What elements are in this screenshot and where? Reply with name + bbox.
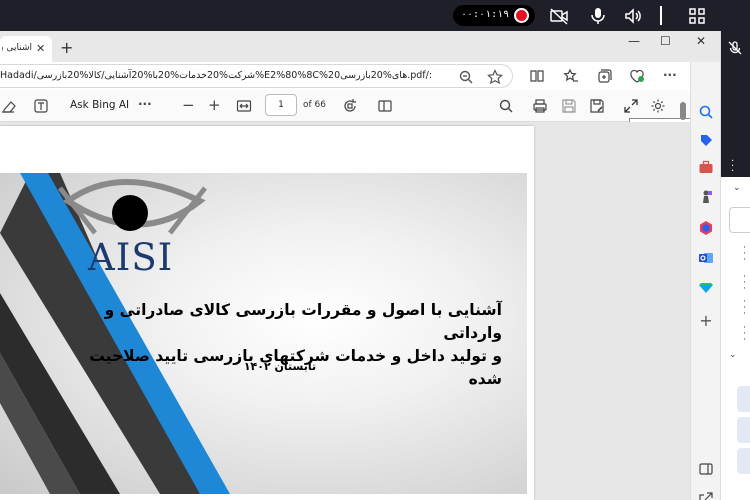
add-sidebar-app-icon[interactable]: + (698, 313, 714, 329)
chevron-down-icon-2[interactable]: ⌄ (729, 350, 737, 360)
panel-card-2[interactable] (737, 417, 750, 443)
tab-strip: آشنایی با ا ✕ + — ☐ ✕ (0, 31, 720, 62)
ask-bing-ai-button[interactable]: Ask Bing AI (70, 99, 129, 111)
panel-item-menu-4[interactable]: · · · (743, 324, 746, 345)
chevron-down-icon[interactable]: ⌄ (733, 183, 741, 193)
maximize-button[interactable]: ☐ (660, 34, 671, 48)
logo-text: AISI (88, 236, 174, 279)
right-panel-dark-area: · · · (721, 31, 750, 177)
screen-recorder-bar: ٠٠:٠١:١٩ (0, 0, 750, 31)
slide-title-line-1: آشنایی با اصول و مقررات بازرسی کالای صاد… (104, 301, 502, 342)
favorite-star-icon[interactable] (487, 69, 503, 85)
read-aloud-icon[interactable] (33, 98, 49, 114)
minimize-button[interactable]: — (628, 34, 640, 48)
stop-recording-button[interactable] (514, 8, 529, 23)
speaker-icon[interactable] (623, 6, 643, 26)
print-icon[interactable] (532, 98, 548, 114)
pdf-toolbar: Ask Bing AI ··· − + 1 of 66 (0, 90, 720, 207)
zoom-out-button[interactable]: − (182, 96, 198, 114)
save-as-icon[interactable] (589, 98, 605, 114)
external-link-icon[interactable] (698, 491, 714, 500)
collections-icon[interactable] (596, 68, 612, 84)
pdf-viewport[interactable]: AISI آشنایی با اصول و مقررات بازرسی کالا… (0, 102, 690, 500)
grid-icon[interactable] (687, 6, 707, 26)
recording-timer: ٠٠:٠١:١٩ (453, 5, 535, 26)
microphone-icon[interactable] (588, 6, 608, 26)
address-bar[interactable]: Hadadi/شرکت%20خدمات%20با%20آشنایی/کالا%2… (0, 64, 513, 88)
zoom-in-button[interactable]: + (208, 96, 224, 114)
rotate-icon[interactable] (342, 98, 358, 114)
slide-image: AISI آشنایی با اصول و مقررات بازرسی کالا… (0, 173, 527, 494)
shopping-tag-icon[interactable] (698, 132, 714, 148)
erase-icon[interactable] (0, 98, 16, 114)
pdf-settings-gear-icon[interactable] (650, 98, 666, 114)
close-window-button[interactable]: ✕ (696, 34, 706, 48)
more-tools-button[interactable]: ··· (138, 97, 154, 113)
toolbar-separator (660, 6, 662, 25)
sidebar-layout-icon[interactable] (698, 461, 714, 477)
page-total: of 66 (303, 100, 326, 110)
page-view-icon[interactable] (377, 98, 393, 114)
right-side-panel: · · · ⌄ · · · · · · · · · · · · ⌄ (720, 31, 750, 500)
browser-tab[interactable]: آشنایی با ا ✕ (0, 36, 52, 62)
page-number-input[interactable]: 1 (265, 94, 297, 116)
find-search-icon[interactable] (498, 98, 514, 114)
panel-item-box[interactable] (729, 207, 750, 233)
new-tab-button[interactable]: + (60, 38, 73, 57)
zoom-search-icon[interactable] (458, 69, 474, 85)
pdf-page: AISI آشنایی با اصول و مقررات بازرسی کالا… (0, 126, 534, 500)
tab-close-icon[interactable]: ✕ (36, 42, 45, 55)
search-sidebar-icon[interactable] (698, 104, 714, 120)
panel-card-3[interactable] (737, 448, 750, 474)
panel-item-menu-1[interactable]: · · · (743, 244, 746, 265)
mic-off-icon[interactable] (727, 40, 743, 56)
camera-off-icon[interactable] (549, 6, 569, 26)
outlook-icon[interactable] (698, 250, 714, 266)
timer-text: ٠٠:٠١:١٩ (461, 9, 510, 20)
slide-title: آشنایی با اصول و مقررات بازرسی کالای صاد… (60, 299, 502, 391)
address-row: Hadadi/شرکت%20خدمات%20با%20آشنایی/کالا%2… (0, 62, 720, 90)
microsoft-365-icon[interactable] (698, 220, 714, 236)
games-chess-icon[interactable] (698, 189, 714, 205)
tab-title: آشنایی با ا (2, 43, 32, 53)
browser-essentials-icon[interactable] (629, 68, 645, 84)
panel-item-menu-2[interactable]: · · · (743, 273, 746, 294)
drop-icon[interactable] (698, 280, 714, 296)
edge-sidebar: + (690, 62, 720, 500)
scrollbar-thumb[interactable] (680, 102, 686, 120)
panel-item-menu-3[interactable]: · · · (743, 298, 746, 319)
panel-card-1[interactable] (737, 386, 750, 412)
tools-briefcase-icon[interactable] (698, 159, 714, 175)
url-text[interactable]: Hadadi/شرکت%20خدمات%20با%20آشنایی/کالا%2… (0, 70, 432, 81)
fullscreen-icon[interactable] (623, 98, 639, 114)
settings-more-icon[interactable]: ··· (663, 68, 679, 84)
slide-subtitle: تابستان ۱۴۰۲ (243, 360, 317, 373)
fit-to-page-icon[interactable] (236, 98, 252, 114)
favorites-icon[interactable] (563, 68, 579, 84)
panel-more-icon[interactable]: · · · (731, 157, 735, 177)
reading-view-icon[interactable] (529, 68, 545, 84)
save-icon[interactable] (561, 98, 577, 114)
